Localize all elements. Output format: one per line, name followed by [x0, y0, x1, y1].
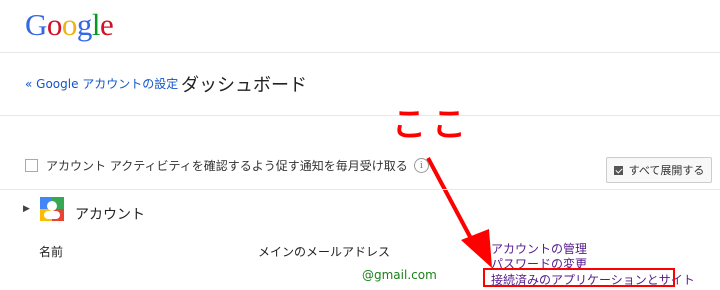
expand-all-button[interactable]: すべて展開する	[606, 157, 712, 183]
monthly-notify-checkbox[interactable]	[25, 159, 38, 172]
info-icon[interactable]: i	[413, 158, 429, 173]
primary-email-value: @gmail.com	[362, 268, 437, 282]
primary-email-label: メインのメールアドレス	[258, 245, 391, 259]
annotation-text: ここ	[392, 105, 472, 145]
title-divider	[0, 115, 720, 116]
google-account-settings-link[interactable]: « Google アカウントの設定	[25, 75, 178, 92]
name-label: 名前	[39, 245, 64, 259]
expand-all-label: すべて展開する	[628, 164, 705, 177]
expand-caret-icon[interactable]: ▶	[23, 204, 30, 214]
monthly-notify-label: アカウント アクティビティを確認するよう促す通知を毎月受け取る	[46, 159, 408, 173]
download-icon	[613, 165, 623, 175]
google-logo: Google	[25, 7, 114, 42]
header-divider	[0, 52, 720, 53]
google-account-icon	[40, 197, 64, 221]
monthly-notify-row: アカウント アクティビティを確認するよう促す通知を毎月受け取る i	[25, 157, 429, 174]
page-title: ダッシュボード	[181, 75, 307, 96]
connected-apps-highlight	[483, 268, 675, 287]
account-section-title: アカウント	[75, 207, 145, 223]
section-divider	[0, 189, 720, 190]
